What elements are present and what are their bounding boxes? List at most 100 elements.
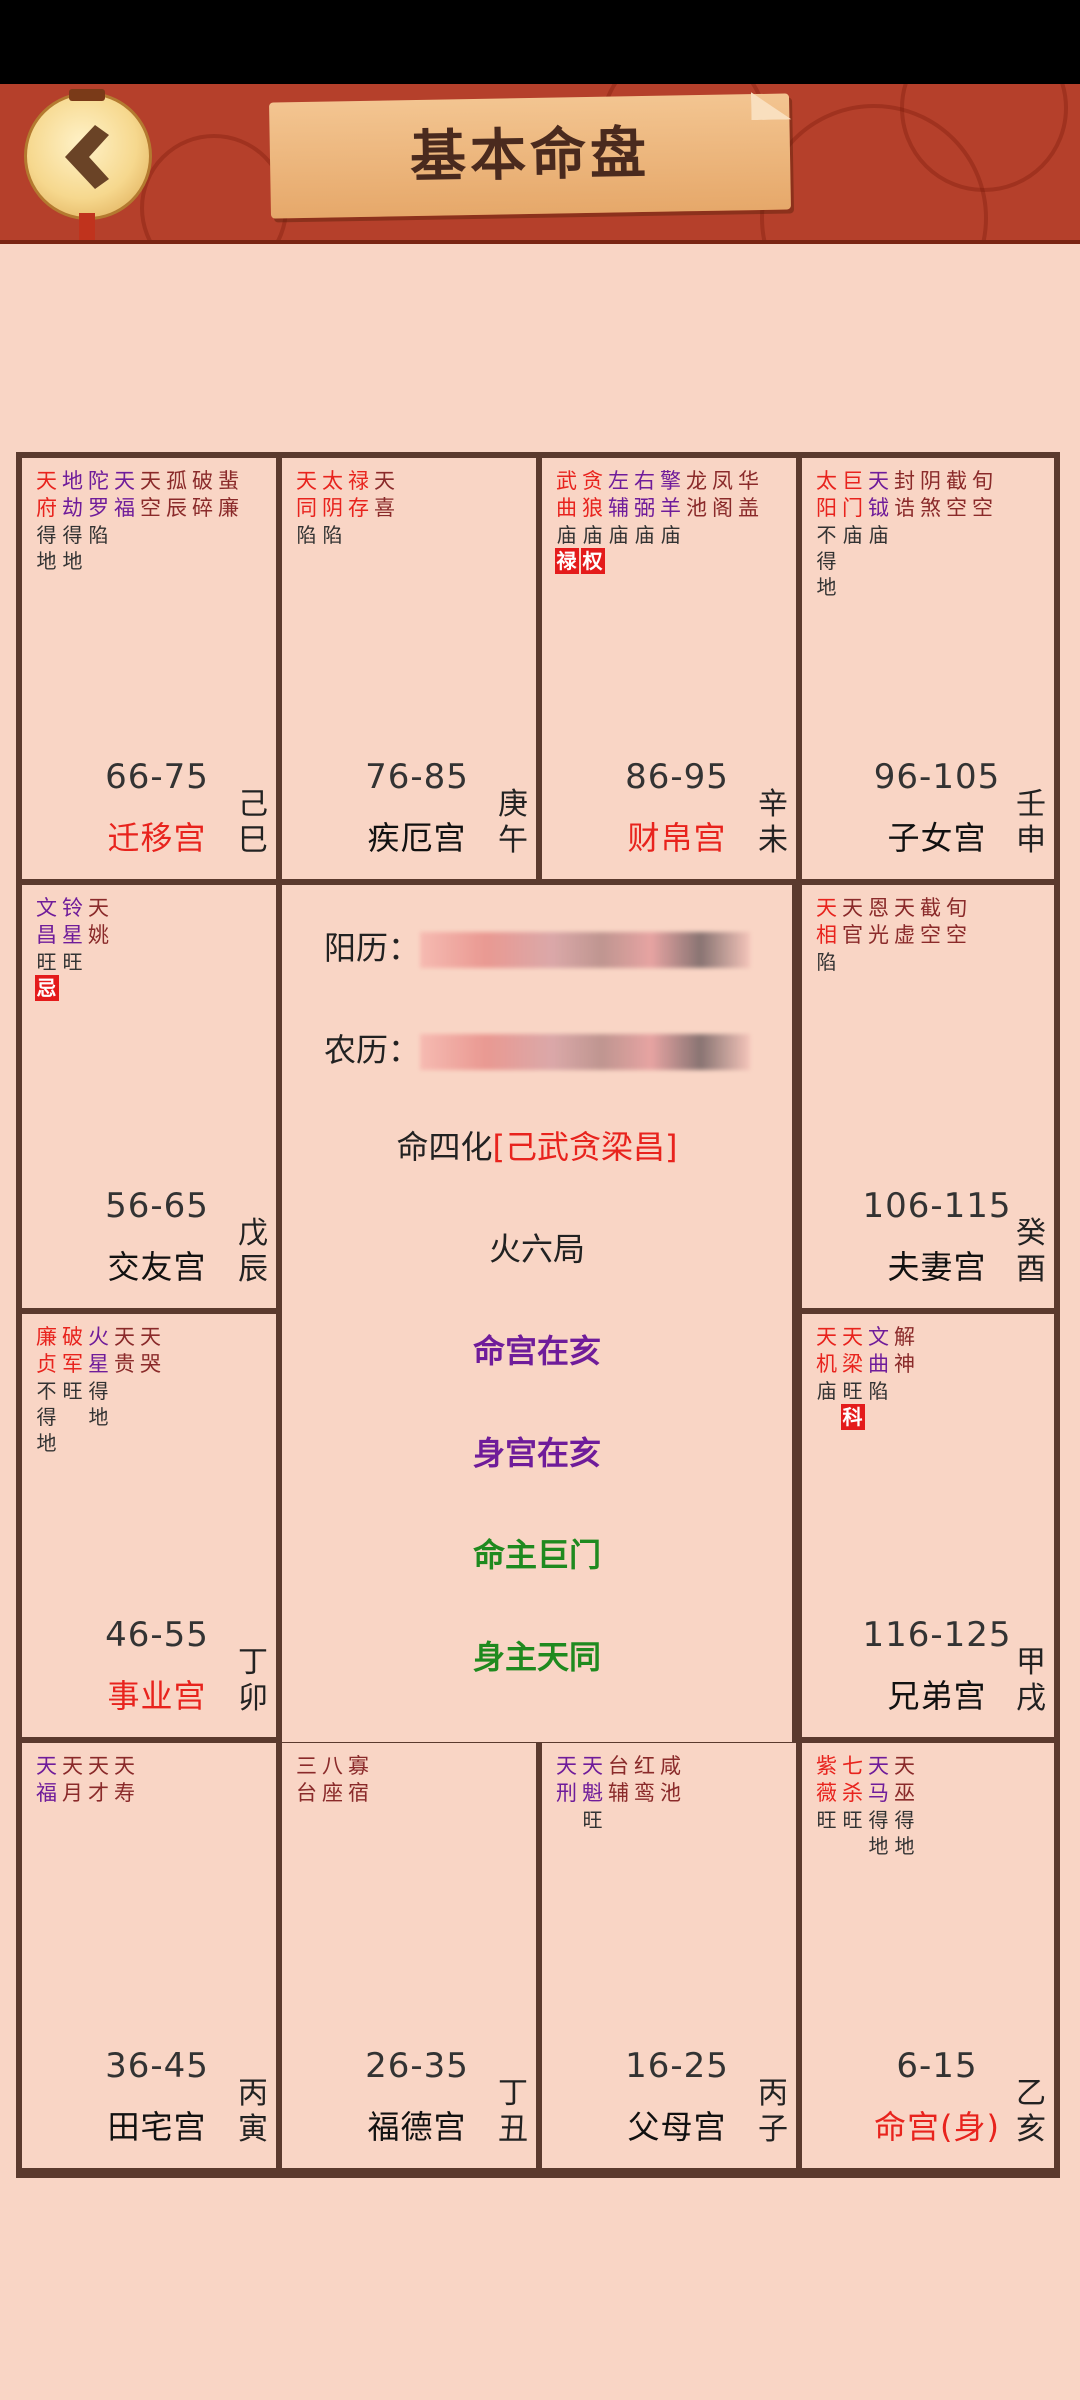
- star-column: 擎羊庙: [658, 468, 683, 574]
- star-column: 封诰: [892, 468, 917, 600]
- star-name-top: 天: [140, 1325, 161, 1349]
- star-column: 天机庙: [814, 1324, 839, 1430]
- heavenly-stem: 癸: [1016, 1216, 1046, 1251]
- ming-gong-position: 命宫在亥: [472, 1332, 601, 1370]
- palace-cell-chen[interactable]: 文昌旺忌铃星旺天姚 56-65 交友宫戊辰: [22, 885, 276, 1308]
- star-name-bottom: 空: [946, 496, 967, 520]
- palace-cell-xu[interactable]: 天机庙天梁旺科文曲陷解神 116-125 兄弟宫甲戌: [802, 1314, 1054, 1737]
- palace-cell-mao[interactable]: 廉贞不得地破军旺火星得地天贵天哭 46-55 事业宫丁卯: [22, 1314, 276, 1737]
- palace-cell-hai[interactable]: 紫薇旺七杀旺天马得地天巫得地 6-15 命宫(身) 乙亥: [802, 1743, 1054, 2168]
- chevron-left-icon: [65, 125, 109, 189]
- palace-name: 交友宫: [107, 1248, 207, 1286]
- star-name-bottom: 廉: [218, 496, 239, 520]
- palace-cell-you[interactable]: 天相陷天官恩光天虚截空旬空 106-115 夫妻宫癸酉: [802, 885, 1054, 1308]
- star-column: 旬空: [944, 895, 969, 975]
- palace-name: 父母宫: [627, 2108, 727, 2146]
- earthly-branch: 午: [498, 823, 528, 858]
- star-column: 天虚: [892, 895, 917, 975]
- star-name-top: 巨: [842, 469, 863, 493]
- app-header: 基本命盘: [0, 84, 1080, 244]
- star-column: 右弼庙: [632, 468, 657, 574]
- star-name-top: 擎: [660, 469, 681, 493]
- title-board: 基本命盘: [269, 93, 791, 219]
- star-column: 破碎: [190, 468, 215, 574]
- star-name-top: 天: [296, 469, 317, 493]
- palace-cell-shen[interactable]: 太阳不得地巨门庙天钺庙封诰阴煞截空旬空 96-105 子女宫壬申: [802, 458, 1054, 879]
- star-column: 贪狼庙权: [580, 468, 605, 574]
- ganzhi: 丁丑: [496, 2076, 530, 2148]
- star-name-top: 禄: [348, 469, 369, 493]
- palace-cell-zi[interactable]: 天刑天魁旺台辅红鸾咸池 16-25 父母宫丙子: [542, 1743, 796, 2168]
- star-brightness: 不: [816, 523, 837, 547]
- star-name-top: 太: [322, 469, 343, 493]
- star-list: 天相陷天官恩光天虚截空旬空: [814, 895, 969, 975]
- star-list: 天机庙天梁旺科文曲陷解神: [814, 1324, 917, 1430]
- star-name-bottom: 薇: [816, 1781, 837, 1805]
- palace-cell-yin[interactable]: 天福天月天才天寿 36-45 田宅宫丙寅: [22, 1743, 276, 2168]
- back-button[interactable]: [24, 89, 152, 240]
- star-name-bottom: 同: [296, 496, 317, 520]
- star-column: 禄存: [346, 468, 371, 548]
- sihua-badge: 忌: [34, 975, 59, 1001]
- earthly-branch: 寅: [238, 2112, 268, 2147]
- palace-cell-si[interactable]: 天府得地地劫得地陀罗陷天福天空孤辰破碎蜚廉 66-75 迁移宫己巳: [22, 458, 276, 879]
- wuxing-ju: 火六局: [488, 1230, 585, 1268]
- star-name-top: 台: [608, 1754, 629, 1778]
- star-name-bottom: 空: [972, 496, 993, 520]
- earthly-branch: 丑: [498, 2112, 528, 2147]
- chart-center-info: 阳历： 农历： 命四化[己武贪梁昌] 火六局 命宫在亥 身宫在亥 命主巨门 身主…: [282, 885, 792, 1742]
- star-name-top: 解: [894, 1325, 915, 1349]
- ganzhi: 乙亥: [1014, 2076, 1048, 2148]
- heavenly-stem: 乙: [1016, 2076, 1046, 2111]
- star-brightness: 得: [816, 549, 837, 573]
- age-range: 46-55: [105, 1615, 209, 1655]
- star-name-bottom: 羊: [660, 496, 681, 520]
- star-name-bottom: 机: [816, 1352, 837, 1376]
- star-column: 八座: [320, 1753, 345, 1807]
- star-name-bottom: 宿: [348, 1781, 369, 1805]
- star-name-bottom: 贞: [36, 1352, 57, 1376]
- star-name-top: 凤: [712, 469, 733, 493]
- palace-cell-wei[interactable]: 武曲庙禄贪狼庙权左辅庙右弼庙擎羊庙龙池凤阁华盖 86-95 财帛宫辛未: [542, 458, 796, 879]
- star-column: 天月: [60, 1753, 85, 1807]
- star-column: 廉贞不得地: [34, 1324, 59, 1456]
- star-name-bottom: 诰: [894, 496, 915, 520]
- earthly-branch: 申: [1016, 823, 1046, 858]
- star-brightness: 旺: [582, 1808, 603, 1832]
- star-name-bottom: 座: [322, 1781, 343, 1805]
- star-name-top: 天: [842, 896, 863, 920]
- star-brightness: 地: [62, 549, 83, 573]
- star-name-top: 天: [816, 1325, 837, 1349]
- star-name-top: 天: [36, 1754, 57, 1778]
- star-name-bottom: 弼: [634, 496, 655, 520]
- earthly-branch: 亥: [1016, 2112, 1046, 2147]
- star-column: 孤辰: [164, 468, 189, 574]
- star-name-bottom: 昌: [36, 923, 57, 947]
- star-brightness: 地: [88, 1405, 109, 1429]
- palace-cell-chou[interactable]: 三台八座寡宿 26-35 福德宫丁丑: [282, 1743, 536, 2168]
- heavenly-stem: 戊: [238, 1216, 268, 1251]
- star-name-bottom: 辅: [608, 1781, 629, 1805]
- solar-date-label: 阳历：: [323, 929, 420, 967]
- star-name-bottom: 月: [62, 1781, 83, 1805]
- age-range: 116-125: [862, 1615, 1012, 1655]
- earthly-branch: 巳: [238, 823, 268, 858]
- star-name-bottom: 姚: [88, 923, 109, 947]
- star-name-top: 孤: [166, 469, 187, 493]
- palace-cell-wu[interactable]: 天同陷太阴陷禄存天喜 76-85 疾厄宫庚午: [282, 458, 536, 879]
- star-list: 武曲庙禄贪狼庙权左辅庙右弼庙擎羊庙龙池凤阁华盖: [554, 468, 761, 574]
- star-name-bottom: 巫: [894, 1781, 915, 1805]
- star-name-top: 天: [894, 1754, 915, 1778]
- star-name-top: 恩: [868, 896, 889, 920]
- star-brightness: 庙: [556, 523, 577, 547]
- star-brightness: 陷: [816, 950, 837, 974]
- star-column: 截空: [944, 468, 969, 600]
- star-name-top: 蜚: [218, 469, 239, 493]
- star-name-bottom: 相: [816, 923, 837, 947]
- star-column: 天寿: [112, 1753, 137, 1807]
- star-name-bottom: 曲: [868, 1352, 889, 1376]
- star-column: 台辅: [606, 1753, 631, 1833]
- star-column: 凤阁: [710, 468, 735, 574]
- heavenly-stem: 丙: [238, 2076, 268, 2111]
- star-name-top: 贪: [582, 469, 603, 493]
